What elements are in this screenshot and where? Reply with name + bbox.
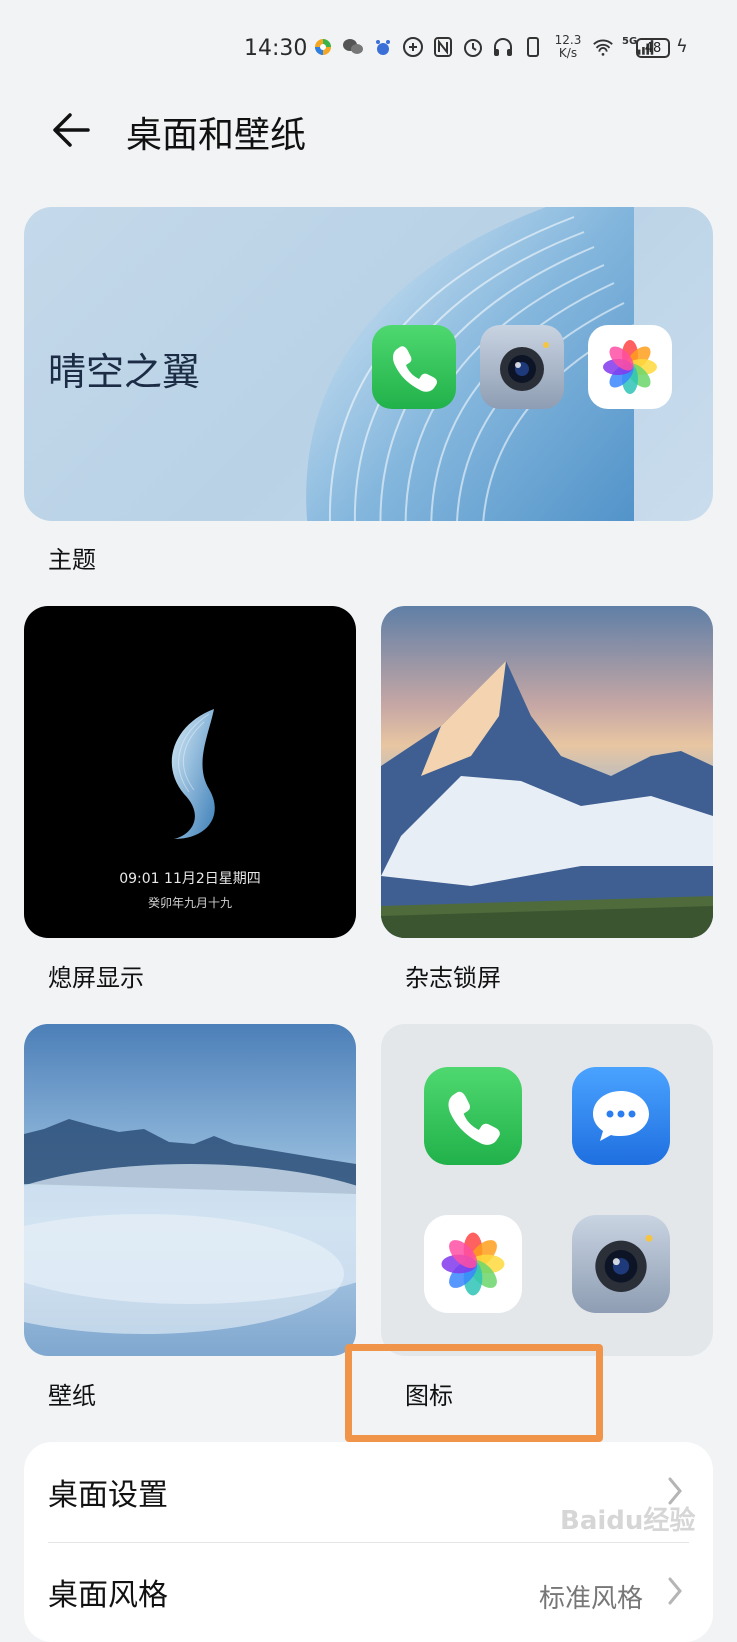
- phone-app-icon: [424, 1067, 522, 1165]
- aod-label: 熄屏显示: [48, 964, 144, 992]
- row-label: 桌面风格: [48, 1578, 168, 1613]
- magazine-lockscreen-label: 杂志锁屏: [405, 964, 501, 992]
- battery-indicator: 48: [636, 38, 670, 58]
- messages-app-icon: [572, 1067, 670, 1165]
- charging-icon: ϟ: [676, 36, 688, 57]
- aod-shell-graphic: [171, 709, 215, 839]
- page-header: 桌面和壁纸: [0, 98, 737, 162]
- phone-app-icon: [372, 325, 456, 409]
- mountain-image: [381, 661, 713, 938]
- baidu-icon: [372, 36, 394, 58]
- gallery-app-icon: [588, 325, 672, 409]
- wifi-icon: [592, 36, 614, 58]
- aod-time-date: 09:01 11月2日星期四: [119, 871, 261, 887]
- status-bar: 14:30 12.3 K/s 5G 48 ϟ: [0, 30, 737, 70]
- theme-name: 晴空之翼: [48, 350, 201, 394]
- icons-card[interactable]: [381, 1024, 713, 1356]
- settings-list: 桌面设置 桌面风格 标准风格: [24, 1442, 713, 1642]
- aod-lunar-date: 癸卯年九月十九: [147, 896, 232, 910]
- desktop-style-row[interactable]: 桌面风格 标准风格: [24, 1542, 713, 1642]
- alarm-icon: [462, 36, 484, 58]
- always-on-display-card[interactable]: 09:01 11月2日星期四 癸卯年九月十九: [24, 606, 356, 938]
- wechat-icon: [342, 36, 364, 58]
- app-notification-icon: [312, 36, 334, 58]
- back-arrow-icon[interactable]: [50, 110, 94, 150]
- theme-label: 主题: [48, 546, 96, 574]
- camera-app-icon: [480, 325, 564, 409]
- network-speed-unit: K/s: [558, 46, 578, 60]
- network-speed-value: 12.3: [554, 33, 582, 47]
- theme-card[interactable]: 晴空之翼: [24, 207, 713, 521]
- wallpaper-image: [24, 1119, 356, 1334]
- status-time: 14:30: [244, 36, 308, 61]
- wallpaper-card[interactable]: [24, 1024, 356, 1356]
- headset-icon: [492, 36, 514, 58]
- nfc-icon: [432, 36, 454, 58]
- nfc-auto-icon: [402, 36, 424, 58]
- wallpaper-label: 壁纸: [48, 1382, 96, 1410]
- network-speed: 12.3 K/s: [552, 34, 584, 60]
- chevron-right-icon: [668, 1577, 682, 1605]
- watermark: Baidu经验: [560, 1506, 696, 1536]
- highlight-annotation: [345, 1344, 603, 1442]
- gallery-app-icon: [424, 1215, 522, 1313]
- row-value: 标准风格: [538, 1584, 643, 1614]
- row-label: 桌面设置: [48, 1478, 168, 1513]
- network-type: 5G: [622, 35, 638, 47]
- page-title: 桌面和壁纸: [126, 115, 307, 156]
- camera-app-icon: [572, 1215, 670, 1313]
- status-icons: 12.3 K/s 5G: [312, 34, 656, 60]
- magazine-lockscreen-card[interactable]: [381, 606, 713, 938]
- vibrate-icon: [522, 36, 544, 58]
